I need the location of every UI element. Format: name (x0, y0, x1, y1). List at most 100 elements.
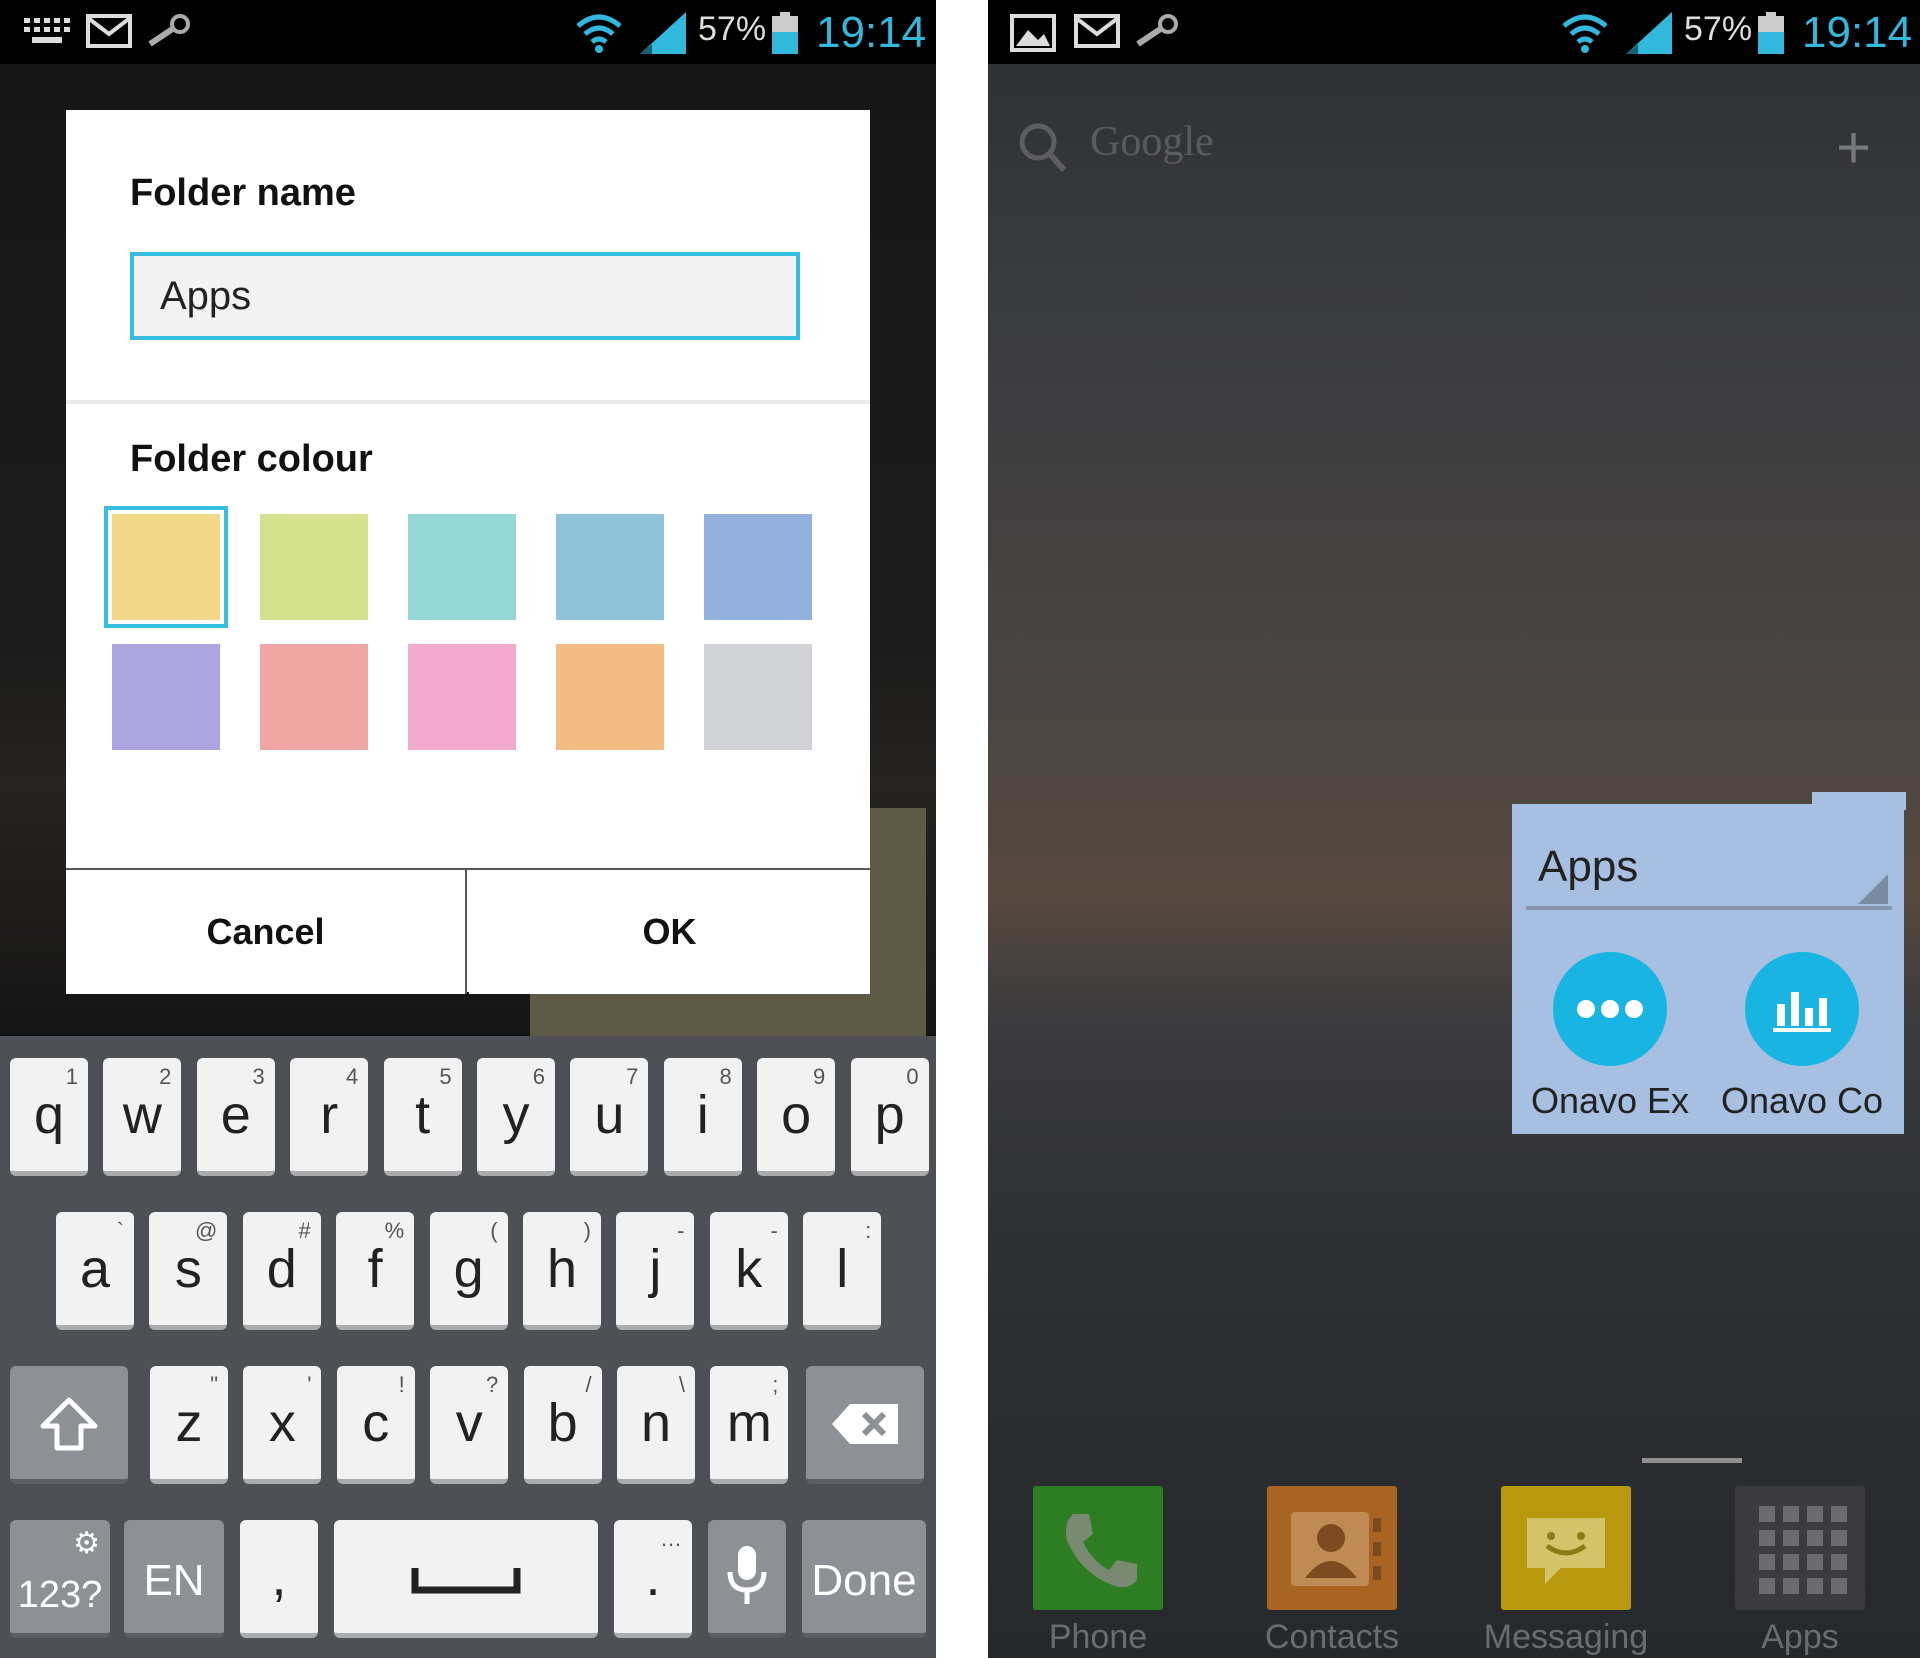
key-d[interactable]: # d (242, 1212, 321, 1330)
dock-messaging[interactable]: Messaging (1456, 1486, 1676, 1657)
key-b[interactable]: / b (523, 1366, 602, 1484)
folder-colour-heading: Folder colour (130, 438, 373, 480)
search-placeholder: Google (1090, 119, 1214, 165)
microphone-icon (727, 1546, 767, 1604)
key-j[interactable]: -j (616, 1212, 695, 1330)
dots-icon (1553, 952, 1667, 1066)
space-bar-icon (411, 1568, 521, 1594)
space-key[interactable] (334, 1520, 598, 1638)
steam-icon (1134, 14, 1180, 53)
contacts-icon (1267, 1486, 1397, 1610)
steam-icon (146, 14, 192, 53)
language-key[interactable]: EN (124, 1520, 224, 1638)
battery-icon (772, 12, 798, 54)
folder-name-input[interactable] (130, 252, 800, 340)
key-o[interactable]: 9o (757, 1058, 836, 1176)
key-x[interactable]: ' x (243, 1366, 322, 1484)
battery-icon (1758, 12, 1784, 54)
mail-icon (1074, 14, 1120, 53)
colour-swatch[interactable] (704, 644, 812, 750)
wifi-icon (1560, 12, 1610, 59)
battery-percent: 57% (1684, 10, 1753, 48)
key-u[interactable]: 7u (570, 1058, 649, 1176)
folder-divider (1526, 906, 1892, 910)
comma-key[interactable]: , (240, 1520, 318, 1638)
key-k[interactable]: -k (709, 1212, 788, 1330)
dock-label: Phone (1048, 1618, 1148, 1656)
key-z[interactable]: " z (150, 1366, 228, 1484)
key-a[interactable]: ` a (56, 1212, 134, 1330)
dock-apps[interactable]: Apps (1690, 1486, 1910, 1657)
dialog-divider (66, 400, 870, 404)
settings-gear-icon: ⚙ (73, 1527, 100, 1560)
folder-tab (1812, 792, 1906, 810)
dialog-button-bar: Cancel OK (66, 868, 870, 994)
search-icon (1019, 123, 1067, 172)
folder-corner-icon (1858, 874, 1888, 904)
apps-grid-icon (1735, 1486, 1865, 1610)
colour-swatch[interactable] (556, 514, 664, 620)
colour-swatch[interactable] (704, 514, 812, 620)
on-screen-keyboard: 1q2w3e4r5t6y7u8i9o0p ` a @ s # d% f(g) h - j - k: l … (0, 1036, 936, 1658)
mail-icon (86, 14, 132, 53)
dock-label: Messaging (1483, 1618, 1649, 1656)
key-v[interactable]: ? v (430, 1366, 509, 1484)
clock: 19:14 (816, 8, 927, 57)
voice-input-key[interactable] (708, 1520, 786, 1638)
folder-app-onavo-extend[interactable]: Onavo Ex (1520, 952, 1700, 1122)
left-screen: 57% 19:14 Folder name Folder colour Canc… (0, 0, 936, 1658)
period-key[interactable]: … . (614, 1520, 692, 1638)
clock: 19:14 (1802, 8, 1913, 57)
key-c[interactable]: ! c (336, 1366, 415, 1484)
key-h[interactable]: ) h (523, 1212, 601, 1330)
gallery-icon (1010, 14, 1056, 57)
key-s[interactable]: @ s (149, 1212, 228, 1330)
colour-swatch[interactable] (408, 514, 516, 620)
dock-phone[interactable]: Phone (988, 1486, 1208, 1657)
key-g[interactable]: (g (429, 1212, 508, 1330)
colour-swatch[interactable] (260, 514, 368, 620)
folder-name-heading: Folder name (130, 172, 356, 214)
key-f[interactable]: % f (336, 1212, 415, 1330)
key-t[interactable]: 5t (383, 1058, 462, 1176)
ok-button[interactable]: OK (469, 870, 870, 994)
backspace-key[interactable] (806, 1366, 924, 1484)
wifi-icon (574, 12, 624, 59)
shift-arrow-icon (40, 1397, 98, 1451)
key-y[interactable]: 6y (477, 1058, 555, 1176)
colour-swatch[interactable] (112, 514, 220, 620)
folder-title: Apps (1538, 842, 1639, 891)
phone-icon (1033, 1486, 1163, 1610)
key-p[interactable]: 0p (850, 1058, 929, 1176)
key-e[interactable]: 3e (196, 1058, 275, 1176)
colour-swatch[interactable] (408, 644, 516, 750)
cancel-button[interactable]: Cancel (66, 870, 467, 994)
symbols-key[interactable]: ⚙ 123? (10, 1520, 110, 1638)
key-w[interactable]: 2w (103, 1058, 182, 1176)
add-icon[interactable]: + (1836, 118, 1871, 178)
key-l[interactable]: :l (803, 1212, 882, 1330)
signal-icon (1624, 10, 1674, 61)
dock-label: Apps (1761, 1618, 1839, 1656)
apps-folder[interactable]: Apps Onavo Ex Onavo Co (1512, 792, 1906, 1134)
right-screen: 57% 19:14 Google + Apps Onavo Ex Onavo C… (988, 0, 1920, 1658)
key-r[interactable]: 4r (290, 1058, 369, 1176)
done-key[interactable]: Done (802, 1520, 926, 1638)
dock-contacts[interactable]: Contacts (1222, 1486, 1442, 1657)
messaging-icon (1501, 1486, 1631, 1610)
key-i[interactable]: 8i (663, 1058, 742, 1176)
folder-dialog: Folder name Folder colour Cancel OK (66, 110, 870, 994)
folder-app-onavo-count[interactable]: Onavo Co (1712, 952, 1892, 1122)
shift-key[interactable] (10, 1366, 128, 1484)
backspace-icon (832, 1404, 898, 1444)
signal-icon (638, 10, 688, 61)
colour-swatch[interactable] (556, 644, 664, 750)
key-m[interactable]: ; m (710, 1366, 789, 1484)
dock-label: Contacts (1264, 1618, 1400, 1656)
key-q[interactable]: 1q (10, 1058, 88, 1176)
bar-chart-icon (1745, 952, 1859, 1066)
colour-swatch[interactable] (260, 644, 368, 750)
colour-swatch[interactable] (112, 644, 220, 750)
key-n[interactable]: \ n (617, 1366, 695, 1484)
page-indicator (1642, 1458, 1742, 1463)
